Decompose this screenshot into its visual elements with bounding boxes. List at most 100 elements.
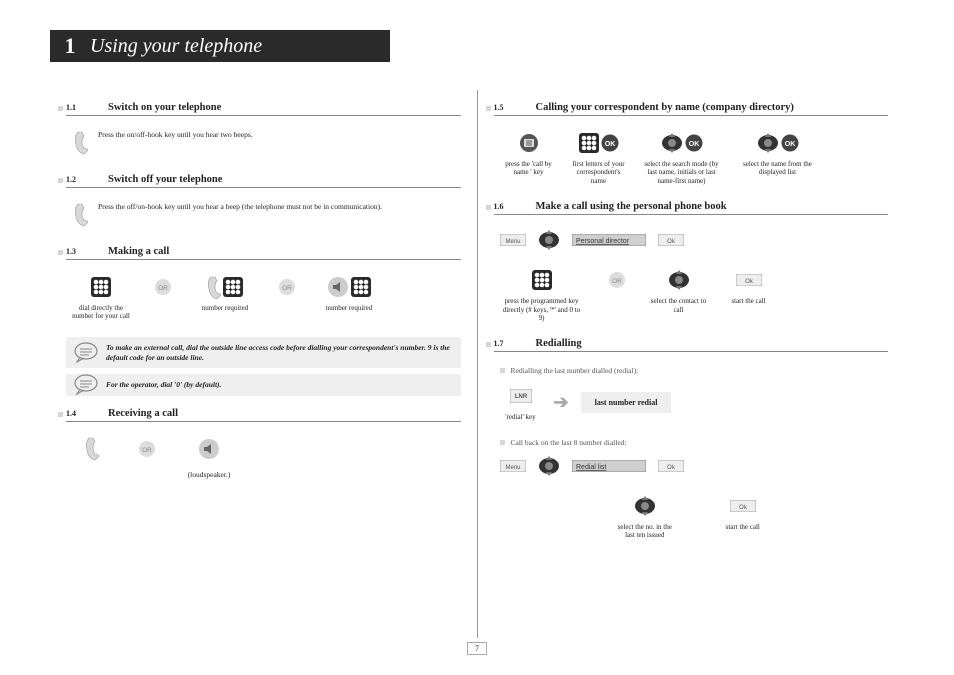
step-caption: number required [202,304,248,312]
lnr-key-icon: LNR [510,389,532,403]
redial-subheading-1: Redialling the last number dialled (redi… [500,366,889,375]
step-caption: start the call [726,523,760,531]
note-text: To make an external call, dial the outsi… [106,343,450,362]
step-handset [72,436,114,466]
section-number: 1.7 [494,339,536,348]
display-icon: Personal director [572,234,646,246]
section-number: 1.1 [66,103,108,112]
ok-softkey-icon: Ok [736,274,762,286]
step-select-number: select the no. in the last ten issued [616,493,674,540]
navigator-icon [538,455,560,477]
step-caption: first letters of your correspondent's na… [570,160,628,185]
step-caption: press the 'call by name ' key [500,160,558,177]
svg-text:Redial list: Redial list [576,464,606,471]
step-programmed-key: press the programmed key directly (# key… [500,267,584,322]
redial-row-2-display: Menu Redial list Ok [500,455,889,477]
bullet-icon [500,368,505,373]
step-caption: select the contact to call [650,297,708,314]
svg-text:Menu: Menu [505,239,520,245]
section-title: Redialling [536,338,582,349]
navigator-icon [538,229,560,251]
keypad-icon [223,277,243,297]
section-title: Making a call [108,246,169,257]
step-handset-number: number required [196,274,254,312]
section-1-6-display: Menu Personal director Ok [500,229,889,251]
section-title: Make a call using the personal phone boo… [536,201,727,212]
step-start-call: Ok start the call [714,493,772,531]
or-separator [142,274,184,304]
step-call-by-name: press the 'call by name ' key [500,130,558,177]
step-select-contact: select the contact to call [650,267,708,314]
menu-softkey-icon: Menu [500,234,526,246]
step-caption: dial directly the number for your call [72,304,130,321]
handset-icon [85,436,101,462]
step-caption: select the name from the displayed list [736,160,820,177]
section-number: 1.6 [494,202,536,211]
handset-icon [74,130,90,156]
section-number: 1.5 [494,103,536,112]
sub-text: Redialling the last number dialled (redi… [511,366,639,375]
step-select-name: select the name from the displayed list [736,130,820,177]
section-1-4-icons: (loudspeaker.) [72,436,461,479]
step-caption: select the search mode (by last name, in… [640,160,724,185]
step-start-call: Ok start the call [720,267,778,305]
instruction-text: Press the off/on-hook key until you hear… [98,202,382,212]
step-caption: number required [326,304,372,312]
chapter-number: 1 [50,33,90,59]
section-1-4-head: 1.4 Receiving a call [66,408,461,422]
instruction-text: Press the on/off-hook key until you hear… [98,130,253,140]
sub-text: Call back on the last 8 number dialled: [511,438,627,447]
speech-bubble-icon [74,374,98,396]
svg-text:Menu: Menu [505,465,520,471]
step-speaker-number: number required [320,274,378,312]
left-column: 1.1 Switch on your telephone Press the o… [50,90,478,638]
step-search-mode: select the search mode (by last name, in… [640,130,724,185]
section-1-1-body: Press the on/off-hook key until you hear… [74,130,461,156]
speech-bubble-icon [74,342,98,364]
navigator-icon [661,132,683,154]
chapter-header: 1 Using your telephone [50,30,390,62]
or-separator [596,267,638,297]
note-external-call: To make an external call, dial the outsi… [66,337,461,369]
svg-text:Ok: Ok [667,239,676,245]
ok-softkey-icon: Ok [658,460,684,472]
note-text: For the operator, dial '0' (by default). [106,380,221,389]
directory-key-icon [519,133,539,153]
speaker-icon [327,276,349,298]
section-number: 1.2 [66,175,108,184]
section-1-3-head: 1.3 Making a call [66,246,461,260]
section-1-2-body: Press the off/on-hook key until you hear… [74,202,461,228]
section-number: 1.3 [66,247,108,256]
handset-icon [207,275,221,299]
redial-row-1: LNR 'redial' key ➔ last number redial [500,383,889,421]
svg-text:Personal director: Personal director [576,238,630,245]
redial-subheading-2: Call back on the last 8 number dialled: [500,438,889,447]
handset-icon [74,202,90,228]
step-caption: (loudspeaker.) [188,470,231,479]
or-icon [154,278,172,296]
step-dial-direct: dial directly the number for your call [72,274,130,321]
navigator-icon [757,132,779,154]
display-icon: Redial list [572,460,646,472]
svg-text:Ok: Ok [745,279,754,285]
speaker-icon [198,438,220,460]
note-operator: For the operator, dial '0' (by default). [66,374,461,396]
svg-text:Ok: Ok [739,505,748,511]
ok-softkey-icon: Ok [730,500,756,512]
svg-text:Ok: Ok [667,465,676,471]
columns: 1.1 Switch on your telephone Press the o… [50,90,904,638]
section-number: 1.4 [66,409,108,418]
section-title: Switch off your telephone [108,174,222,185]
section-title: Calling your correspondent by name (comp… [536,102,794,113]
step-caption: 'redial' key [505,413,535,421]
keypad-icon [351,277,371,297]
chapter-title: Using your telephone [90,35,262,58]
arrow-icon: ➔ [554,392,569,413]
section-1-2-head: 1.2 Switch off your telephone [66,174,461,188]
bullet-icon [500,440,505,445]
step-caption: start the call [731,297,765,305]
section-1-1-head: 1.1 Switch on your telephone [66,102,461,116]
ok-softkey-icon: Ok [658,234,684,246]
keypad-icon [579,133,599,153]
step-caption: press the programmed key directly (# key… [500,297,584,322]
